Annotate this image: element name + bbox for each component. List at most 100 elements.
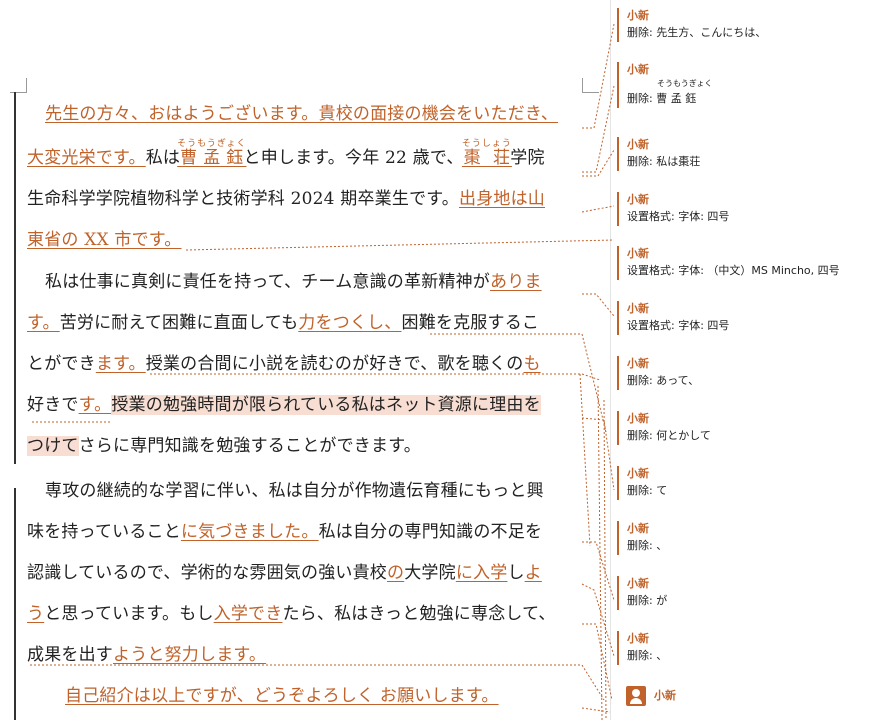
body-text: さらに専門知識を勉強することができます。	[78, 436, 421, 456]
inserted-text[interactable]: 入学でき	[214, 604, 283, 624]
body-text: 成果を出す	[27, 645, 113, 665]
inserted-text[interactable]: ようと努力します。	[113, 645, 266, 665]
body-text: 好きで	[27, 395, 79, 415]
comment-action: 删除: あって、	[627, 374, 700, 387]
comment-action: 删除: 先生方、こんにちは、	[627, 26, 767, 39]
inserted-text[interactable]: に入学	[456, 563, 508, 583]
body-text: 認識しているので、学術的な雰囲気の強い貴校	[27, 563, 388, 583]
inserted-text[interactable]: ありま	[490, 272, 542, 292]
line: つけてさらに専門知識を勉強することができます。	[27, 426, 421, 467]
inserted-text[interactable]: ます。	[96, 354, 146, 374]
line: 先生の方々、おはようございます。貴校の面接の機会をいただき、	[45, 94, 558, 135]
line: 生命科学学院植物科学と技術学科 2024 期卒業生です。出身地は山	[27, 179, 545, 220]
highlighted-text[interactable]: 授業の勉強時間が限られている私はネット資源に理由を	[111, 395, 541, 415]
revision-balloon[interactable]: 小新 设置格式: 字体: （中文）MS Mincho, 四号	[617, 246, 870, 280]
body-text: と申します。今年 22 歳で、	[243, 148, 464, 168]
comment-action: 删除: 曹 孟 鈺	[627, 92, 697, 105]
comment-ruby: そうもうぎょく	[657, 79, 713, 88]
inserted-text[interactable]: の	[387, 563, 404, 583]
line: 大変光栄です。私は曹孟鈺そうもうぎょくと申します。今年 22 歳で、棗 荘そうし…	[27, 138, 545, 179]
comment-author: 小新	[627, 577, 649, 590]
comment-action: 设置格式: 字体: （中文）MS Mincho, 四号	[627, 264, 840, 277]
body-text: 生命科学学院植物科学と技術学科 2024 期卒業生です。	[27, 189, 459, 209]
line: 東省の XX 市です。	[27, 220, 182, 261]
body-text: とができ	[27, 354, 96, 374]
body-text: 私は自分の専門知識の不足を	[318, 522, 543, 542]
revision-balloon[interactable]: 小新 删除: 先生方、こんにちは、	[617, 8, 870, 42]
inserted-text[interactable]: 先生の方々、おはようございます。貴校の面接の機会をいただき、	[45, 104, 558, 124]
inserted-text[interactable]: に気づきました。	[181, 522, 319, 542]
inserted-text[interactable]: 力をつくし、	[298, 313, 401, 333]
comment-action: 删除: 、	[627, 649, 668, 662]
body-text: 私は	[145, 148, 181, 168]
user-avatar-icon	[626, 686, 646, 706]
line: 専攻の継続的な学習に伴い、私は自分が作物遺伝育種にもっと興	[45, 471, 544, 512]
comment-author: 小新	[627, 9, 649, 22]
revision-balloon[interactable]: 小新 删除: 私は棗荘	[617, 137, 870, 171]
line: 味を持っていることに気づきました。私は自分の専門知識の不足を	[27, 512, 542, 553]
line: 認識しているので、学術的な雰囲気の強い貴校の大学院に入学しよ	[27, 553, 542, 594]
change-bar	[14, 92, 16, 464]
body-text: 苦労に耐えて困難に直面しても	[59, 313, 299, 333]
line: 私は仕事に真剣に責任を持って、チーム意識の革新精神がありま	[45, 262, 542, 303]
footer-author: 小新	[654, 689, 676, 702]
comment-author: 小新	[627, 63, 649, 76]
inserted-text[interactable]: す。	[27, 313, 60, 333]
inserted-text[interactable]: 東省の XX 市です。	[27, 230, 182, 250]
comment-author: 小新	[627, 412, 649, 425]
inserted-text[interactable]: よ	[525, 563, 542, 583]
ruby-name[interactable]: 曹孟鈺そうもうぎょく	[177, 139, 246, 168]
document-page[interactable]: 先生の方々、おはようございます。貴校の面接の機会をいただき、 大変光栄です。私は…	[0, 0, 610, 720]
revision-balloon[interactable]: 小新 设置格式: 字体: 四号	[617, 192, 870, 226]
comment-author: 小新	[627, 138, 649, 151]
comment-action: 删除: 、	[627, 539, 668, 552]
comment-author: 小新	[627, 302, 649, 315]
ruby-place[interactable]: 棗 荘そうしょう	[462, 139, 512, 168]
comment-action: 删除: 私は棗荘	[627, 155, 701, 168]
line: 自己紹介は以上ですが、どうぞよろしく お願いします。	[65, 676, 499, 717]
comment-footer[interactable]: 小新	[626, 686, 676, 706]
highlighted-text[interactable]: つけて	[27, 436, 79, 456]
line: うと思っています。もし入学できたら、私はきっと勉強に専念して、	[27, 594, 556, 635]
revision-balloon[interactable]: 小新 删除: 、	[617, 521, 870, 555]
inserted-text[interactable]: す。	[79, 395, 112, 415]
body-text: 味を持っていること	[27, 522, 181, 542]
body-text: 大学院	[404, 563, 456, 583]
revision-balloon[interactable]: 小新 そうもうぎょく 删除: 曹 孟 鈺	[617, 62, 870, 108]
comment-author: 小新	[627, 193, 649, 206]
inserted-text[interactable]: 大変光栄です。	[27, 148, 146, 168]
revision-pane[interactable]: 小新 删除: 先生方、こんにちは、 小新 そうもうぎょく 删除: 曹 孟 鈺 小…	[610, 0, 870, 720]
comment-action: 删除: 何とかして	[627, 429, 711, 442]
body-text: と思っています。もし	[44, 604, 214, 624]
comment-action: 删除: て	[627, 484, 668, 497]
inserted-text[interactable]: う	[27, 604, 44, 624]
crop-mark-top-right	[582, 78, 599, 93]
line: 好きです。授業の勉強時間が限られている私はネット資源に理由を	[27, 385, 541, 426]
revision-balloon[interactable]: 小新 删除: て	[617, 466, 870, 500]
revision-balloon[interactable]: 小新 删除: 何とかして	[617, 411, 870, 445]
line: とができます。授業の合間に小説を読むのが好きで、歌を聴くのも	[27, 344, 541, 385]
comment-action: 设置格式: 字体: 四号	[627, 319, 730, 332]
body-text: 授業の合間に小説を読むのが好きで、歌を聴くの	[145, 354, 524, 374]
body-text: し	[507, 563, 525, 583]
line: す。苦労に耐えて困難に直面しても力をつくし、困難を克服するこ	[27, 303, 539, 344]
inserted-text[interactable]: 自己紹介は以上ですが、どうぞよろしく お願いします。	[65, 686, 499, 706]
revision-balloon[interactable]: 小新 删除: 、	[617, 631, 870, 665]
comment-author: 小新	[627, 247, 649, 260]
comment-action: 删除: が	[627, 594, 668, 607]
comment-author: 小新	[627, 467, 649, 480]
body-text: 学院	[510, 148, 545, 168]
body-text: 困難を克服するこ	[401, 313, 540, 333]
comment-author: 小新	[627, 522, 649, 535]
comment-author: 小新	[627, 357, 649, 370]
inserted-text[interactable]: も	[523, 354, 540, 374]
revision-balloon[interactable]: 小新 删除: あって、	[617, 356, 870, 390]
inserted-text[interactable]: 出身地は山	[459, 189, 545, 209]
change-bar	[14, 488, 16, 720]
revision-balloon[interactable]: 小新 删除: が	[617, 576, 870, 610]
body-text: 専攻の継続的な学習に伴い、私は自分が作物遺伝育種にもっと興	[45, 481, 544, 501]
revision-balloon[interactable]: 小新 设置格式: 字体: 四号	[617, 301, 870, 335]
comment-action: 设置格式: 字体: 四号	[627, 210, 730, 223]
crop-mark-top-left	[10, 78, 27, 93]
line: 成果を出すようと努力します。	[27, 635, 266, 676]
